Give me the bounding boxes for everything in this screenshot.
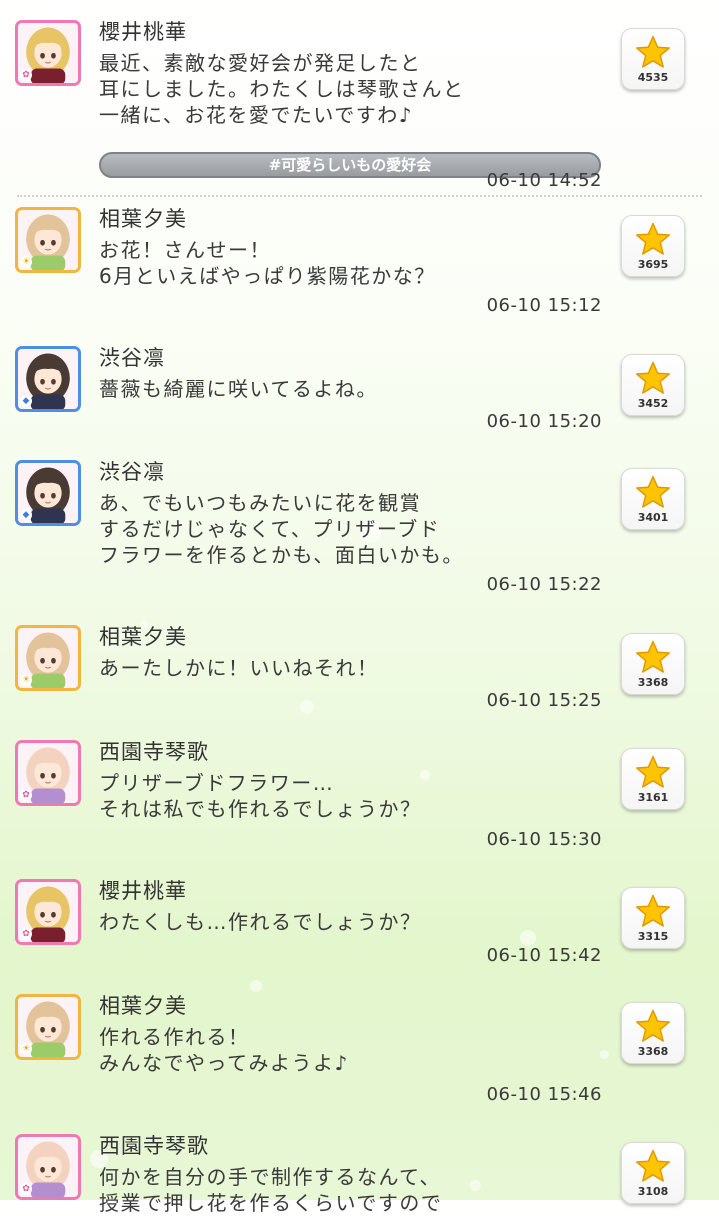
post-message: あ、でもいつもみたいに花を観賞 するだけじゃなくて、プリザーブド フラワーを作る… xyxy=(99,491,464,567)
timeline-feed[interactable]: ✿ 櫻井桃華 最近、素敵な愛好会が発足したと 耳にしました。わたくしは琴歌さんと… xyxy=(0,0,719,1215)
avatar[interactable]: ◆ xyxy=(15,460,81,526)
like-button[interactable]: 3161 xyxy=(621,748,685,810)
post-divider xyxy=(17,195,702,197)
author-name: 西園寺琴歌 xyxy=(99,740,209,764)
author-name: 櫻井桃華 xyxy=(99,20,187,44)
author-name: 相葉夕美 xyxy=(99,207,187,231)
like-button[interactable]: 3315 xyxy=(621,887,685,949)
post-timestamp: 06-10 14:52 xyxy=(486,170,602,191)
post-timestamp: 06-10 15:20 xyxy=(486,411,602,432)
author-name: 渋谷凛 xyxy=(99,346,165,370)
attribute-badge-icon: ◆ xyxy=(20,395,32,407)
star-icon xyxy=(636,222,670,255)
attribute-badge-icon: ☀ xyxy=(20,256,32,268)
like-button[interactable]: 3368 xyxy=(621,1002,685,1064)
author-name: 櫻井桃華 xyxy=(99,879,187,903)
post-timestamp: 06-10 15:46 xyxy=(486,1084,602,1105)
author-name: 西園寺琴歌 xyxy=(99,1134,209,1158)
like-button[interactable]: 3695 xyxy=(621,215,685,277)
post-message: 薔薇も綺麗に咲いてるよね。 xyxy=(99,377,378,401)
post-message: お花！さんせー！ 6月といえばやっぱり紫陽花かな？ xyxy=(99,238,436,288)
like-count: 3695 xyxy=(637,258,669,271)
post-timestamp: 06-10 15:25 xyxy=(486,690,602,711)
star-icon xyxy=(636,361,670,394)
post-timestamp: 06-10 15:22 xyxy=(486,574,602,595)
like-count: 3401 xyxy=(637,511,669,524)
attribute-badge-icon: ✿ xyxy=(20,69,32,81)
star-icon xyxy=(636,1149,670,1182)
star-icon xyxy=(636,640,670,673)
like-count: 3315 xyxy=(637,930,669,943)
author-name: 相葉夕美 xyxy=(99,994,187,1018)
star-icon xyxy=(636,475,670,508)
avatar[interactable]: ✿ xyxy=(15,1134,81,1200)
post-timestamp: 06-10 15:42 xyxy=(486,945,602,966)
star-icon xyxy=(636,755,670,788)
star-icon xyxy=(636,894,670,927)
post-message: わたくしも…作れるでしょうか？ xyxy=(99,910,422,934)
post-message: 作れる作れる！ みんなでやってみようよ♪ xyxy=(99,1025,349,1075)
attribute-badge-icon: ☀ xyxy=(20,1043,32,1055)
post-message: 最近、素敵な愛好会が発足したと 耳にしました。わたくしは琴歌さんと 一緒に、お花… xyxy=(99,51,465,127)
like-count: 3452 xyxy=(637,397,669,410)
avatar[interactable]: ✿ xyxy=(15,740,81,806)
like-button[interactable]: 4535 xyxy=(621,28,685,90)
post-message: プリザーブドフラワー… それは私でも作れるでしょうか？ xyxy=(99,771,422,821)
avatar[interactable]: ☀ xyxy=(15,207,81,273)
post-timestamp: 06-10 15:30 xyxy=(486,829,602,850)
avatar[interactable]: ✿ xyxy=(15,879,81,945)
post-message: あーたしかに！いいねそれ！ xyxy=(99,656,379,680)
attribute-badge-icon: ✿ xyxy=(20,928,32,940)
attribute-badge-icon: ✿ xyxy=(20,1183,32,1195)
avatar[interactable]: ✿ xyxy=(15,20,81,86)
attribute-badge-icon: ✿ xyxy=(20,789,32,801)
like-button[interactable]: 3108 xyxy=(621,1142,685,1204)
star-icon xyxy=(636,35,670,68)
avatar[interactable]: ◆ xyxy=(15,346,81,412)
attribute-badge-icon: ☀ xyxy=(20,674,32,686)
like-button[interactable]: 3452 xyxy=(621,354,685,416)
star-icon xyxy=(636,1009,670,1042)
like-count: 3368 xyxy=(637,676,669,689)
avatar[interactable]: ☀ xyxy=(15,994,81,1060)
author-name: 渋谷凛 xyxy=(99,460,165,484)
author-name: 相葉夕美 xyxy=(99,625,187,649)
attribute-badge-icon: ◆ xyxy=(20,509,32,521)
like-button[interactable]: 3401 xyxy=(621,468,685,530)
post-timestamp: 06-10 15:12 xyxy=(486,295,602,316)
like-count: 3108 xyxy=(637,1185,669,1198)
post-message: 何かを自分の手で制作するなんて、 授業で押し花を作るくらいですので xyxy=(99,1165,443,1215)
like-button[interactable]: 3368 xyxy=(621,633,685,695)
avatar[interactable]: ☀ xyxy=(15,625,81,691)
like-count: 4535 xyxy=(637,71,669,84)
like-count: 3368 xyxy=(637,1045,669,1058)
like-count: 3161 xyxy=(637,791,669,804)
